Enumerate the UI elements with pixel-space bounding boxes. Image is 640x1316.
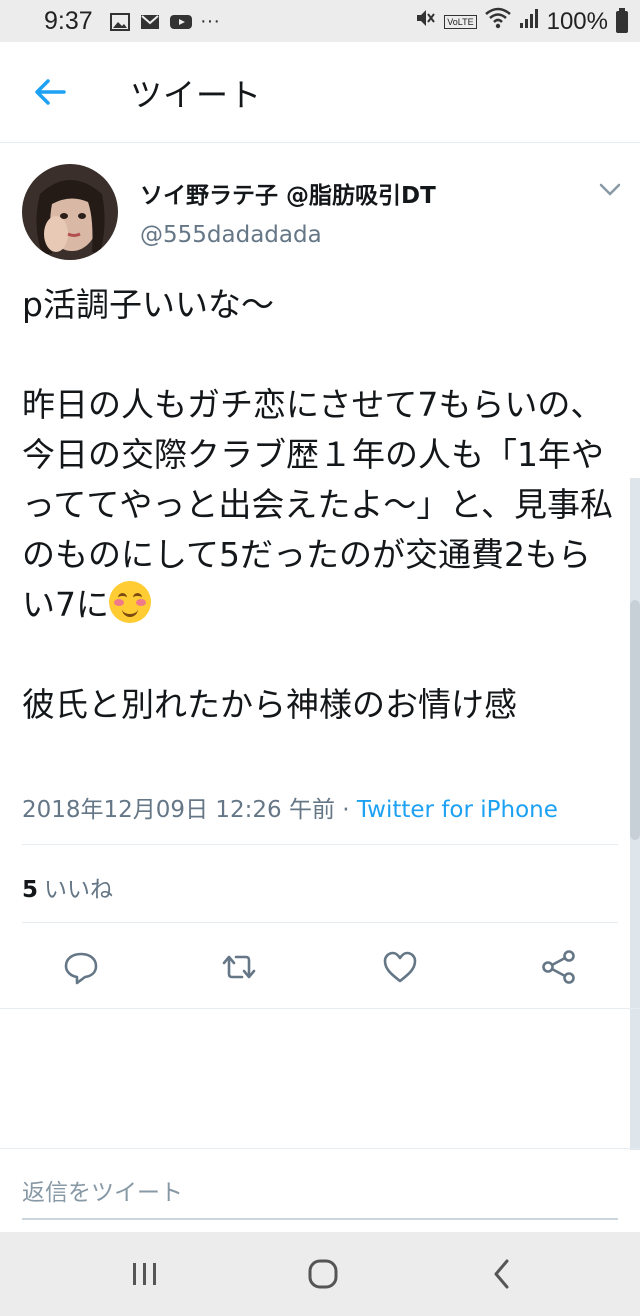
recent-apps-button[interactable] bbox=[125, 1254, 165, 1294]
tweet-timestamp: 2018年12月09日 12:26 午前 bbox=[22, 797, 335, 823]
recent-apps-icon bbox=[133, 1263, 156, 1285]
battery-percent: 100% bbox=[546, 7, 608, 35]
mute-icon bbox=[414, 7, 436, 36]
page-title: ツイート bbox=[130, 76, 263, 114]
retweet-icon bbox=[222, 955, 256, 979]
mail-icon bbox=[140, 13, 160, 31]
system-nav-bar bbox=[0, 1232, 640, 1316]
back-button[interactable] bbox=[24, 66, 76, 118]
tweet-text-paragraph-2: 昨日の人もガチ恋にさせて7もらいの、 今日の交際クラブ歴１年の人も「1年やってて… bbox=[22, 385, 614, 624]
divider bbox=[22, 922, 618, 923]
divider bbox=[0, 1008, 640, 1009]
tweet-meta: 2018年12月09日 12:26 午前 · Twitter for iPhon… bbox=[22, 790, 558, 824]
divider bbox=[22, 844, 618, 845]
like-icon bbox=[383, 951, 417, 983]
share-icon bbox=[542, 950, 575, 984]
status-right: VoLTE 100% bbox=[414, 7, 628, 36]
author-name[interactable]: ソイ野ラテ子 @脂肪吸引DT bbox=[140, 176, 436, 210]
system-back-button[interactable] bbox=[482, 1254, 522, 1294]
wifi-icon bbox=[484, 7, 511, 36]
status-time: 9:37 bbox=[44, 7, 93, 35]
avatar-image bbox=[22, 164, 118, 260]
likes-count: 5 bbox=[22, 877, 39, 903]
signal-icon bbox=[519, 7, 539, 36]
scrollbar-thumb[interactable] bbox=[630, 600, 640, 840]
retweet-button[interactable] bbox=[220, 948, 258, 986]
reply-icon bbox=[64, 952, 98, 985]
battery-icon bbox=[616, 7, 628, 33]
arrow-left-icon bbox=[35, 79, 66, 105]
tweet-source-link[interactable]: Twitter for iPhone bbox=[357, 797, 558, 823]
app-header: ツイート bbox=[0, 42, 640, 143]
author-handle[interactable]: @555dadadada bbox=[140, 222, 322, 248]
notification-icons: ··· bbox=[110, 10, 220, 33]
status-bar: 9:37 ··· VoLTE 100% bbox=[0, 0, 640, 42]
like-button[interactable] bbox=[381, 948, 419, 986]
reply-input[interactable] bbox=[22, 1168, 618, 1220]
tweet-text-paragraph-3: 彼氏と別れたから神様のお情け感 bbox=[22, 685, 517, 724]
chevron-down-icon bbox=[599, 183, 621, 196]
meta-separator: · bbox=[334, 797, 357, 823]
more-icon: ··· bbox=[200, 10, 220, 32]
youtube-icon bbox=[170, 13, 192, 31]
image-icon bbox=[110, 12, 130, 31]
likes-label: いいね bbox=[44, 877, 114, 903]
home-button[interactable] bbox=[303, 1254, 343, 1294]
tweet-menu-button[interactable] bbox=[596, 180, 624, 200]
back-icon bbox=[494, 1259, 509, 1289]
tweet-text: p活調子いいな〜 昨日の人もガチ恋にさせて7もらいの、 今日の交際クラブ歴１年の… bbox=[22, 280, 622, 730]
likes-summary[interactable]: 5 いいね bbox=[22, 870, 113, 904]
home-icon bbox=[308, 1259, 338, 1289]
divider bbox=[0, 1148, 640, 1149]
volte-icon: VoLTE bbox=[444, 14, 477, 29]
tweet-text-paragraph-1: p活調子いいな〜 bbox=[22, 285, 274, 324]
avatar[interactable] bbox=[22, 164, 118, 260]
reply-button[interactable] bbox=[62, 948, 100, 986]
smiling-blushing-face-icon bbox=[109, 581, 151, 623]
share-button[interactable] bbox=[540, 948, 578, 986]
